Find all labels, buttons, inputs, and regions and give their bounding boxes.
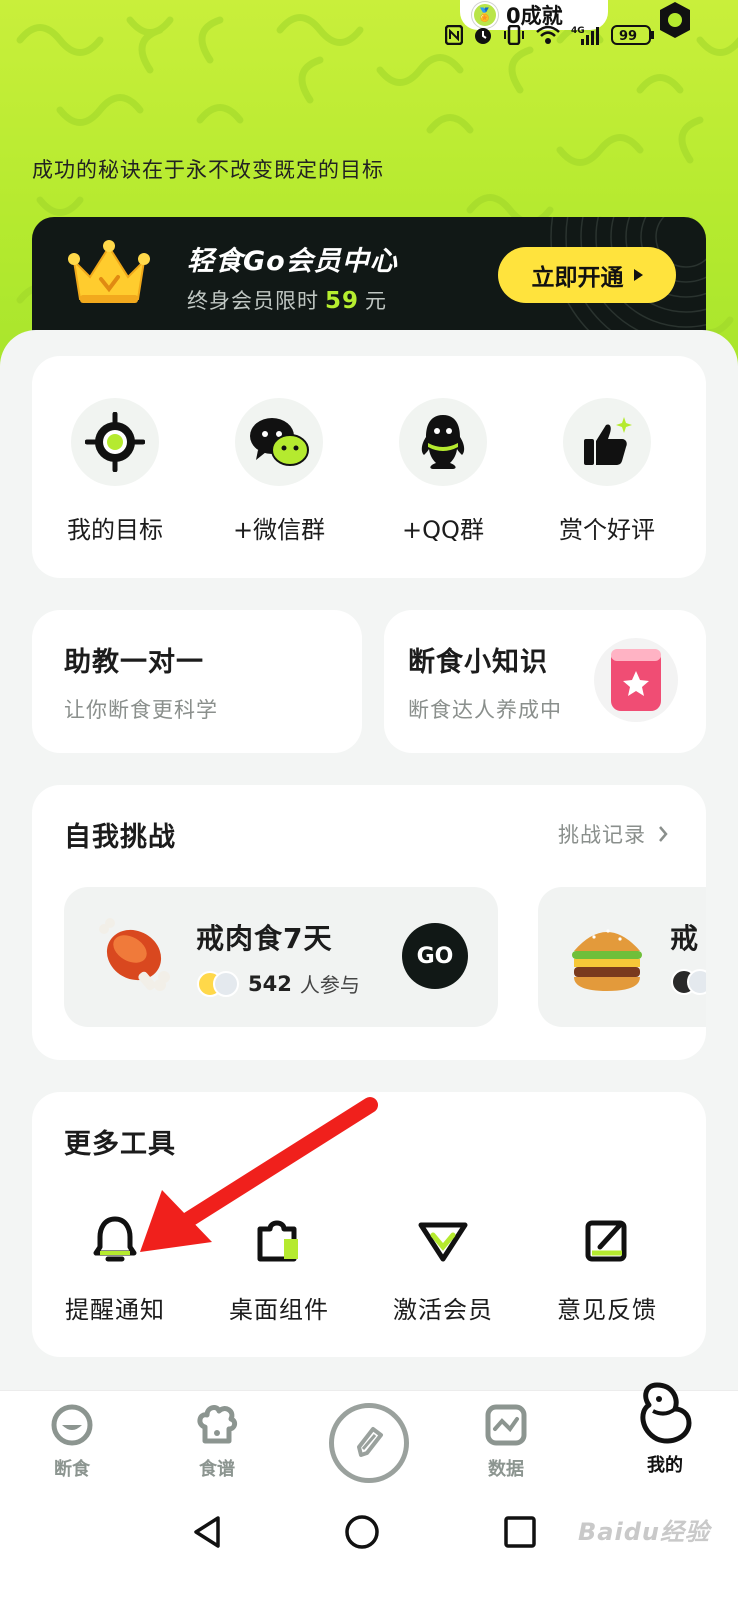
- nfc-icon: [445, 25, 463, 45]
- tool-feedback[interactable]: 意见反馈: [532, 1212, 682, 1325]
- quick-action-icon-bg: [399, 398, 487, 486]
- bell-icon: [87, 1212, 143, 1268]
- alarm-icon: [475, 28, 491, 44]
- participant-suffix: 人参与: [299, 973, 360, 997]
- member-center-title: 轻食Go会员中心: [187, 246, 398, 277]
- drumstick-icon: [99, 918, 170, 991]
- participant-avatars-icon: [671, 969, 706, 995]
- pencil-icon: [357, 1427, 383, 1457]
- feedback-edit-icon: [579, 1212, 635, 1268]
- network-type: 4G: [571, 26, 585, 36]
- tool-label: 桌面组件: [229, 1296, 329, 1324]
- tool-widget[interactable]: 桌面组件: [204, 1212, 354, 1325]
- nav-tab-data[interactable]: 数据: [461, 1403, 551, 1481]
- challenge-name: 戒肉食7天: [196, 922, 333, 955]
- assistant-subtitle: 让你断食更科学: [64, 698, 218, 722]
- data-chart-icon: [485, 1404, 527, 1446]
- tool-label: 激活会员: [393, 1296, 493, 1324]
- nav-label: 我的: [647, 1455, 683, 1476]
- battery-level: 99: [619, 29, 637, 44]
- member-price: 59: [325, 288, 360, 314]
- challenge-records-label: 挑战记录: [558, 823, 646, 847]
- target-icon: [85, 412, 145, 472]
- system-status-icons: 4G 99: [445, 24, 657, 46]
- battery-icon: 99: [611, 25, 654, 45]
- nav-label: 断食: [54, 1459, 90, 1480]
- play-arrow-icon: [633, 269, 643, 281]
- knowledge-subtitle: 断食达人养成中: [408, 698, 562, 722]
- nav-tab-mine[interactable]: 我的: [620, 1379, 710, 1477]
- profile-mascot-icon: [640, 1382, 692, 1444]
- member-price-unit: 元: [365, 289, 388, 313]
- wifi-icon: [536, 25, 560, 44]
- more-tools-card: 更多工具 提醒通知 桌面组件 激活会员 意见反馈: [32, 1092, 706, 1357]
- burger-icon: [572, 929, 642, 991]
- quick-action-qq-group[interactable]: +QQ群: [368, 398, 518, 545]
- quick-action-label: 我的目标: [67, 516, 163, 544]
- challenge-item[interactable]: 戒肉食7天 542 人参与 GO: [64, 887, 498, 1027]
- crown-icon: [68, 240, 150, 303]
- knowledge-title: 断食小知识: [408, 647, 548, 678]
- bottom-navigation: 断食 食谱 数据 我的: [0, 1382, 738, 1500]
- tool-activate-vip[interactable]: 激活会员: [368, 1212, 518, 1325]
- main-content: 我的目标 +微信群 +QQ群 赏个好评 助教一对一 让你断食更科学 断食小知识 …: [0, 330, 738, 1420]
- self-challenge-card: 自我挑战 挑战记录 戒肉食7天 542 人参与 GO 戒: [32, 785, 706, 1060]
- nav-label: 数据: [488, 1459, 524, 1480]
- participant-avatars-icon: [197, 970, 239, 997]
- knowledge-book-icon: [594, 638, 678, 722]
- quick-action-icon-bg: [71, 398, 159, 486]
- quick-action-wechat-group[interactable]: +微信群: [204, 398, 354, 545]
- participant-count: 542: [248, 971, 292, 996]
- challenge-participants: [670, 969, 706, 995]
- member-price-line: 终身会员限时 59 元: [187, 285, 387, 315]
- tool-label: 意见反馈: [557, 1296, 657, 1324]
- widget-icon: [251, 1212, 307, 1268]
- quick-action-label: 赏个好评: [559, 516, 655, 544]
- quick-action-rate[interactable]: 赏个好评: [532, 398, 682, 545]
- baidu-watermark: Baidu经验: [578, 1518, 710, 1546]
- assistant-title: 助教一对一: [64, 647, 204, 678]
- motto-text: 成功的秘诀在于永不改变既定的目标: [32, 158, 384, 182]
- vibrate-icon: [504, 25, 524, 45]
- qq-icon: [421, 415, 465, 469]
- vip-diamond-icon: [415, 1212, 471, 1268]
- wechat-icon: [250, 418, 309, 466]
- fasting-icon: [51, 1404, 93, 1446]
- assistant-card[interactable]: 助教一对一 让你断食更科学: [32, 610, 362, 753]
- nav-center-record-button[interactable]: [329, 1403, 409, 1483]
- open-membership-label: 立即开通: [531, 265, 624, 291]
- status-bar: 🏅 0成就 4G 99: [0, 0, 738, 56]
- tool-reminder[interactable]: 提醒通知: [40, 1212, 190, 1325]
- knowledge-card[interactable]: 断食小知识 断食达人养成中: [384, 610, 706, 753]
- quick-actions-card: 我的目标 +微信群 +QQ群 赏个好评: [32, 356, 706, 578]
- tool-label: 提醒通知: [65, 1296, 165, 1324]
- nav-tab-fasting[interactable]: 断食: [27, 1403, 117, 1481]
- quick-action-label: +微信群: [232, 516, 326, 544]
- challenge-participants: 542 人参与: [196, 969, 360, 998]
- chef-hat-icon: [197, 1405, 238, 1444]
- quick-action-label: +QQ群: [402, 516, 484, 544]
- go-button[interactable]: GO: [402, 923, 468, 989]
- system-home-icon[interactable]: [344, 1514, 380, 1550]
- challenge-item[interactable]: 戒: [538, 887, 706, 1027]
- member-price-prefix: 终身会员限时: [187, 289, 319, 313]
- nav-label: 食谱: [199, 1459, 235, 1480]
- quick-action-my-goal[interactable]: 我的目标: [40, 398, 190, 545]
- member-center-banner[interactable]: 轻食Go会员中心 终身会员限时 59 元 立即开通: [32, 217, 706, 332]
- challenge-name: 戒: [670, 922, 700, 955]
- nav-tab-recipes[interactable]: 食谱: [172, 1403, 262, 1481]
- challenge-records-link[interactable]: 挑战记录: [558, 819, 668, 849]
- open-membership-button[interactable]: 立即开通: [498, 247, 676, 303]
- tools-title: 更多工具: [64, 1129, 176, 1160]
- system-recents-icon[interactable]: [502, 1514, 538, 1550]
- thumbs-up-icon: [584, 417, 632, 465]
- system-back-icon[interactable]: [190, 1514, 226, 1550]
- settings-gear-icon[interactable]: [655, 0, 695, 40]
- cellular-signal-icon: 4G: [571, 26, 599, 45]
- challenge-title: 自我挑战: [64, 822, 176, 853]
- quick-action-icon-bg: [235, 398, 323, 486]
- chevron-right-icon: [659, 826, 668, 842]
- quick-action-icon-bg: [563, 398, 651, 486]
